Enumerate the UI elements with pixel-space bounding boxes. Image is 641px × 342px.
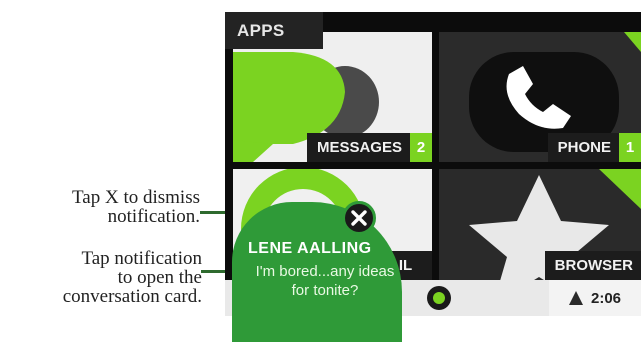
time-label: 2:06 — [590, 289, 622, 307]
dismiss-callout: Tap X to dismiss notification. — [72, 187, 200, 227]
phone-label-bar: PHONE 1 — [547, 133, 641, 162]
messages-label: MESSAGES — [316, 139, 402, 156]
close-icon — [351, 210, 367, 226]
browser-label-bar: BROWSER — [544, 251, 641, 280]
apps-header: APPS — [225, 12, 323, 49]
notification-message: I'm bored...any ideas for tonite? — [255, 263, 395, 299]
open-callout: Tap notification to open the conversatio… — [62, 248, 202, 307]
status-ring-dot — [433, 292, 445, 304]
browser-label: BROWSER — [554, 257, 633, 274]
phone-tile[interactable]: PHONE 1 — [439, 32, 641, 162]
messages-count-badge: 2 — [410, 133, 432, 162]
messages-label-bar: MESSAGES 2 — [306, 133, 432, 162]
notification-sender: LENE AALLING — [248, 240, 372, 257]
browser-tile[interactable]: BROWSER — [439, 169, 641, 280]
phone-label: PHONE — [557, 139, 611, 156]
signal-icon — [568, 291, 583, 305]
dismiss-button[interactable] — [342, 201, 376, 235]
phone-count-badge: 1 — [619, 133, 641, 162]
clock: 2:06 — [549, 280, 641, 316]
messages-tile[interactable]: MESSAGES 2 — [233, 32, 432, 162]
